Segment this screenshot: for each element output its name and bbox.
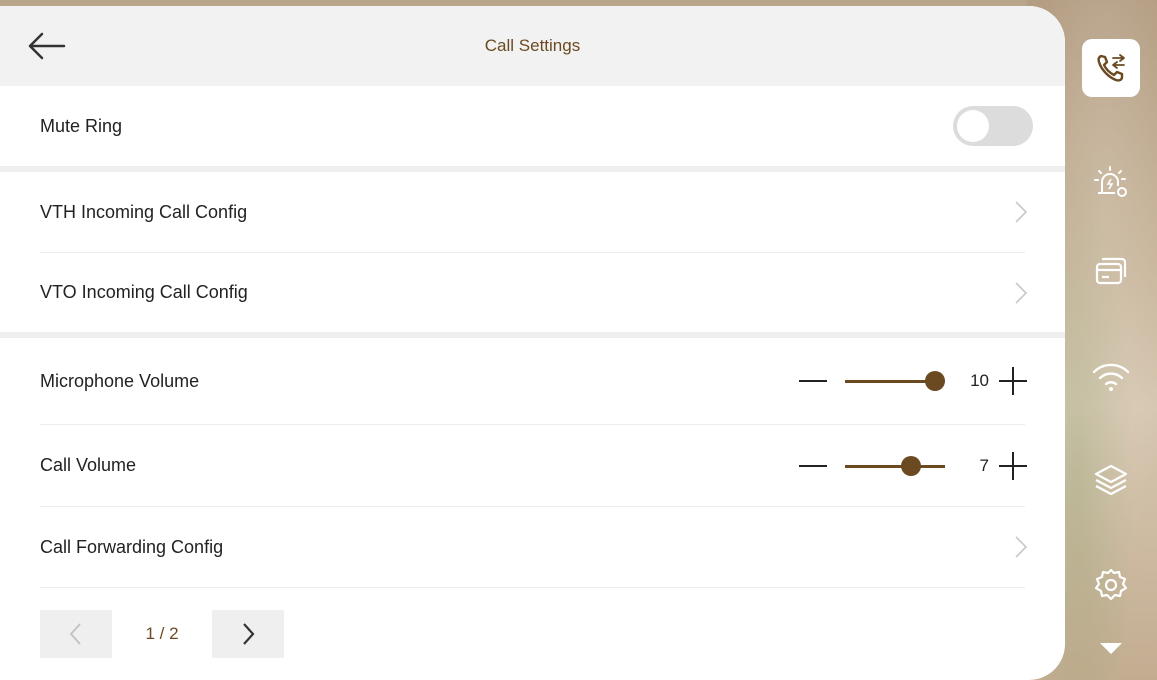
mute-ring-toggle[interactable]: [953, 106, 1033, 146]
call-volume-row: Call Volume 7: [0, 425, 1065, 506]
header-bar: Call Settings: [0, 6, 1065, 86]
alarm-settings-icon: [1094, 166, 1127, 197]
microphone-volume-value: 10: [970, 371, 989, 390]
gear-icon: [1094, 568, 1128, 601]
vth-incoming-call-config-row[interactable]: VTH Incoming Call Config: [0, 172, 1065, 252]
more-down-icon: [1100, 643, 1122, 654]
microphone-volume-control: 10: [795, 363, 1031, 399]
sidebar-item-call-settings[interactable]: [1082, 39, 1140, 97]
pagination: 1 / 2: [40, 610, 284, 658]
back-arrow-icon[interactable]: [26, 30, 66, 62]
slider-track: [845, 380, 935, 383]
volume-decrease-button[interactable]: [795, 363, 831, 399]
call-forwarding-label: Call Forwarding Config: [40, 536, 224, 557]
call-volume-value: 7: [979, 455, 989, 475]
slider-track: [845, 464, 945, 468]
next-page-button[interactable]: [212, 610, 284, 658]
chevron-right-icon: [1015, 281, 1028, 304]
prev-page-button[interactable]: [40, 610, 112, 658]
chevron-right-icon: [1015, 201, 1028, 223]
sidebar-item-layers[interactable]: [1082, 450, 1140, 508]
microphone-volume-slider[interactable]: [845, 369, 945, 393]
call-forwarding-config-row[interactable]: Call Forwarding Config: [0, 507, 1065, 587]
row-divider: [40, 587, 1025, 588]
wifi-icon: [1092, 363, 1130, 391]
call-volume-slider[interactable]: [845, 454, 945, 478]
call-settings-icon: [1097, 54, 1125, 82]
settings-panel: Call Settings Mute Ring VTH Incoming Cal…: [0, 6, 1065, 680]
sidebar-item-network[interactable]: [1082, 348, 1140, 406]
slider-thumb[interactable]: [901, 455, 921, 476]
page-title: Call Settings: [484, 36, 581, 55]
volume-increase-button[interactable]: [995, 363, 1031, 399]
toggle-knob: [957, 110, 989, 142]
volume-decrease-button[interactable]: [795, 448, 831, 484]
sidebar-item-settings[interactable]: [1082, 556, 1140, 614]
vto-incoming-call-config-row[interactable]: VTO Incoming Call Config: [0, 253, 1065, 332]
card-icon: [1095, 257, 1127, 285]
chevron-right-icon: [243, 623, 255, 645]
microphone-volume-label: Microphone Volume: [40, 370, 200, 391]
sidebar-item-alarm[interactable]: [1082, 153, 1140, 211]
volume-increase-button[interactable]: [995, 448, 1031, 484]
page-indicator: 1 / 2: [145, 624, 179, 643]
mute-ring-row: Mute Ring: [0, 86, 1065, 166]
chevron-right-icon: [1015, 536, 1028, 558]
slider-thumb[interactable]: [925, 371, 945, 391]
vto-incoming-label: VTO Incoming Call Config: [40, 282, 248, 302]
call-volume-control: 7: [795, 448, 1031, 484]
layers-icon: [1094, 464, 1128, 496]
sidebar-scroll-down[interactable]: [1082, 626, 1140, 670]
chevron-left-icon: [69, 623, 81, 645]
mute-ring-label: Mute Ring: [40, 115, 123, 136]
microphone-volume-row: Microphone Volume 10: [0, 338, 1065, 424]
right-sidebar: [1065, 0, 1157, 680]
sidebar-item-cards[interactable]: [1082, 242, 1140, 300]
vth-incoming-label: VTH Incoming Call Config: [40, 201, 248, 222]
call-volume-label: Call Volume: [40, 455, 137, 475]
